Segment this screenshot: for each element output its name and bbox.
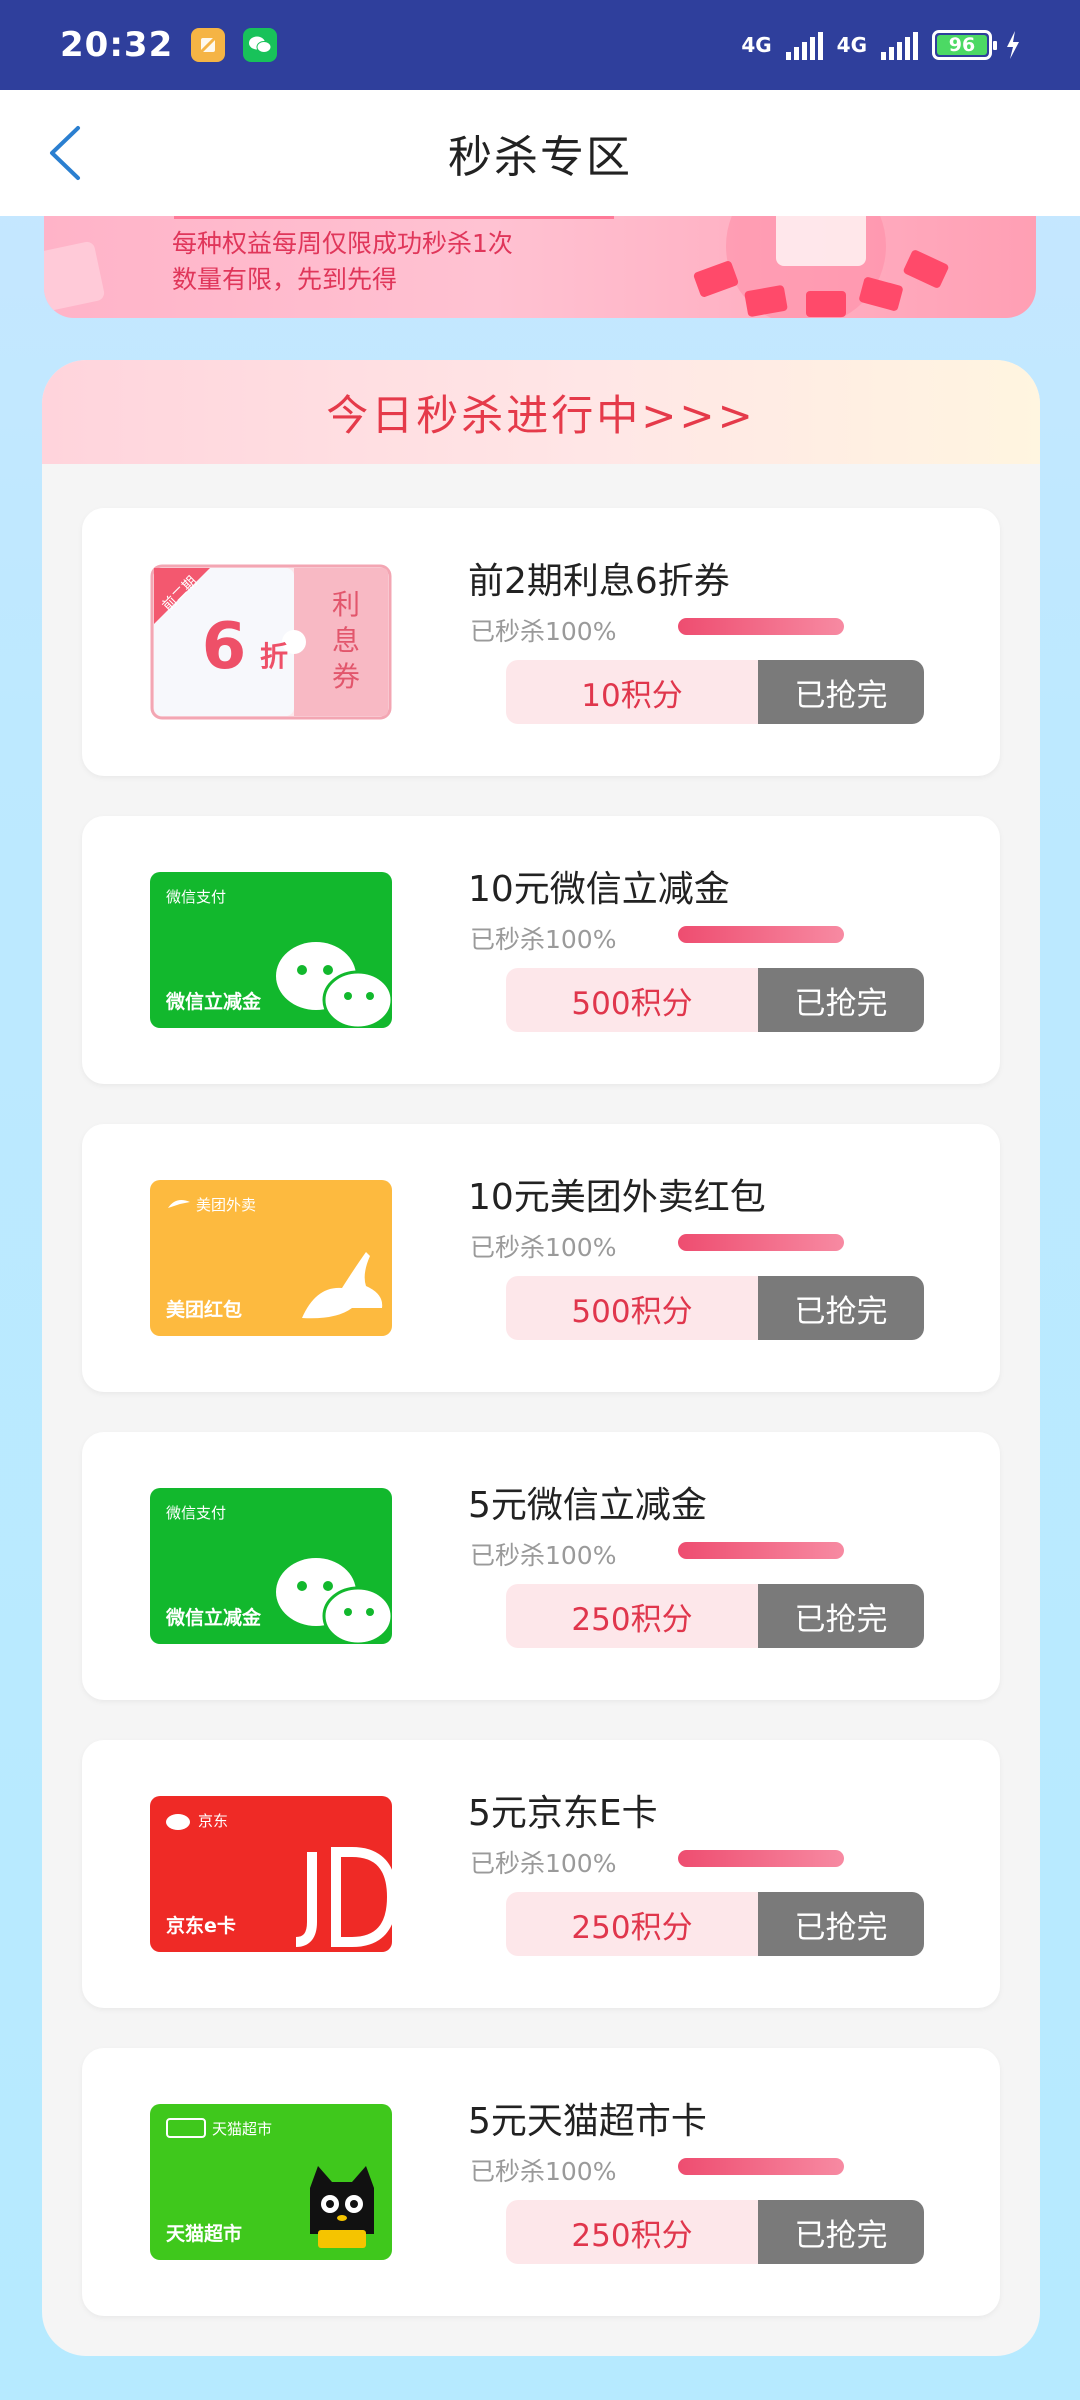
battery-icon: 96	[932, 30, 997, 60]
price-points: 500积分	[506, 1276, 758, 1340]
banner-text: 每种权益每周仅限成功秒杀1次 数量有限，先到先得	[172, 226, 513, 298]
banner-line-2: 数量有限，先到先得	[172, 265, 398, 294]
price-points: 500积分	[506, 968, 758, 1032]
wechat-app-icon	[243, 28, 278, 62]
tmall-logo-icon	[166, 2118, 206, 2138]
sold-percentage: 已秒杀100%	[470, 1849, 617, 1878]
price-points: 250积分	[506, 1892, 758, 1956]
meituan-card-label: 美团红包	[166, 1299, 243, 1321]
sold-out-button[interactable]: 已抢完	[758, 660, 924, 724]
coupon-side-3: 券	[332, 660, 360, 693]
network-type-1: 4G	[741, 33, 772, 57]
sold-progress-bar	[678, 1542, 844, 1559]
coupon-discount: 6	[202, 610, 247, 684]
gift-box-decoration	[44, 240, 106, 312]
item-name: 10元美团外卖红包	[468, 1177, 766, 1218]
list-item[interactable]: 微信支付 微信立减金 10元微信立减金 已秒杀100% 500积分 已抢完	[82, 816, 1000, 1084]
meituan-brand: 美团外卖	[196, 1196, 257, 1214]
charging-icon	[1007, 31, 1019, 59]
red-envelope-decoration	[693, 216, 949, 318]
sold-percentage: 已秒杀100%	[470, 617, 617, 646]
sold-progress-bar	[678, 926, 844, 943]
sold-progress-bar	[678, 1234, 844, 1251]
item-name: 5元天猫超市卡	[468, 2101, 707, 2142]
wechat-card-label: 微信立减金	[166, 991, 262, 1013]
sold-out-button[interactable]: 已抢完	[758, 1892, 924, 1956]
sold-percentage: 已秒杀100%	[470, 1233, 617, 1262]
sold-percentage: 已秒杀100%	[470, 925, 617, 954]
jd-brand: 京东	[198, 1812, 229, 1830]
page-title: 秒杀专区	[448, 132, 632, 183]
jd-dog-icon	[166, 1814, 190, 1830]
item-name: 5元微信立减金	[468, 1485, 707, 1526]
signal-icon	[881, 30, 918, 60]
item-name: 10元微信立减金	[468, 869, 730, 910]
jd-card-label: 京东e卡	[166, 1915, 236, 1937]
flash-sale-panel: 今日秒杀进行中>>> 6 折 利 息 券 前二期 前2期利息6折券 已秒杀100…	[42, 360, 1040, 2356]
banner-line-1: 每种权益每周仅限成功秒杀1次	[172, 229, 513, 258]
item-name: 5元京东E卡	[468, 1793, 658, 1834]
tmall-cat-icon	[310, 2166, 374, 2248]
sold-out-button[interactable]: 已抢完	[758, 1584, 924, 1648]
coupon-unit: 折	[260, 640, 288, 673]
wechat-card-thumbnail: 微信支付 微信立减金	[150, 1488, 392, 1644]
coupon-side-1: 利	[332, 588, 360, 621]
jd-logo-decoration	[295, 1847, 392, 1947]
list-item[interactable]: 微信支付 微信立减金 5元微信立减金 已秒杀100% 250积分 已抢完	[82, 1432, 1000, 1700]
wechat-logo-icon	[276, 942, 392, 1028]
price-points: 250积分	[506, 1584, 758, 1648]
rules-banner: 每种权益每周仅限成功秒杀1次 数量有限，先到先得	[44, 216, 1036, 318]
flash-sale-title: 今日秒杀进行中>>>	[326, 390, 756, 440]
tmall-card-thumbnail: 天猫超市 天猫超市	[150, 2104, 392, 2260]
coupon-side-2: 息	[332, 624, 360, 657]
list-item[interactable]: 美团外卖 美团红包 10元美团外卖红包 已秒杀100% 500积分 已抢完	[82, 1124, 1000, 1392]
wechat-pay-brand: 微信支付	[166, 1504, 227, 1522]
flash-sale-header: 今日秒杀进行中>>>	[42, 360, 1040, 464]
wechat-card-thumbnail: 微信支付 微信立减金	[150, 872, 392, 1028]
network-type-2: 4G	[836, 33, 867, 57]
kangaroo-decoration	[302, 1252, 383, 1319]
signal-icon	[785, 30, 823, 60]
item-name: 前2期利息6折券	[468, 561, 730, 602]
list-item[interactable]: 京东 京东e卡 5元京东E卡 已秒杀100% 250积分 已抢完	[82, 1740, 1000, 2008]
list-item[interactable]: 6 折 利 息 券 前二期 前2期利息6折券 已秒杀100% 10积分 已抢完	[82, 508, 1000, 776]
sold-progress-bar	[678, 618, 844, 635]
nav-bar: 秒杀专区	[0, 90, 1080, 216]
meituan-kangaroo-icon	[168, 1200, 190, 1208]
sold-progress-bar	[678, 1850, 844, 1867]
wechat-card-label: 微信立减金	[166, 1607, 262, 1629]
wechat-logo-icon	[276, 1558, 392, 1644]
jd-card-thumbnail: 京东 京东e卡	[150, 1796, 392, 1952]
status-time: 20:32	[60, 25, 174, 65]
list-item[interactable]: 天猫超市 天猫超市 5元天猫超市卡 已秒杀100% 250积分 已抢完	[82, 2048, 1000, 2316]
tmall-brand: 天猫超市	[212, 2120, 273, 2138]
battery-level: 96	[948, 34, 976, 56]
price-points: 10积分	[506, 660, 758, 724]
sold-progress-bar	[678, 2158, 844, 2175]
sold-percentage: 已秒杀100%	[470, 2157, 617, 2186]
sold-out-button[interactable]: 已抢完	[758, 1276, 924, 1340]
sold-percentage: 已秒杀100%	[470, 1541, 617, 1570]
coupon-thumbnail: 6 折 利 息 券 前二期	[150, 564, 392, 720]
wechat-pay-brand: 微信支付	[166, 888, 227, 906]
meituan-card-thumbnail: 美团外卖 美团红包	[150, 1180, 392, 1336]
price-points: 250积分	[506, 2200, 758, 2264]
back-arrow-icon[interactable]	[40, 120, 100, 186]
sold-out-button[interactable]: 已抢完	[758, 2200, 924, 2264]
sold-out-button[interactable]: 已抢完	[758, 968, 924, 1032]
tmall-card-label: 天猫超市	[166, 2223, 243, 2245]
status-bar: 20:32 4G 4G 96	[0, 0, 1080, 90]
notes-app-icon	[191, 28, 226, 62]
